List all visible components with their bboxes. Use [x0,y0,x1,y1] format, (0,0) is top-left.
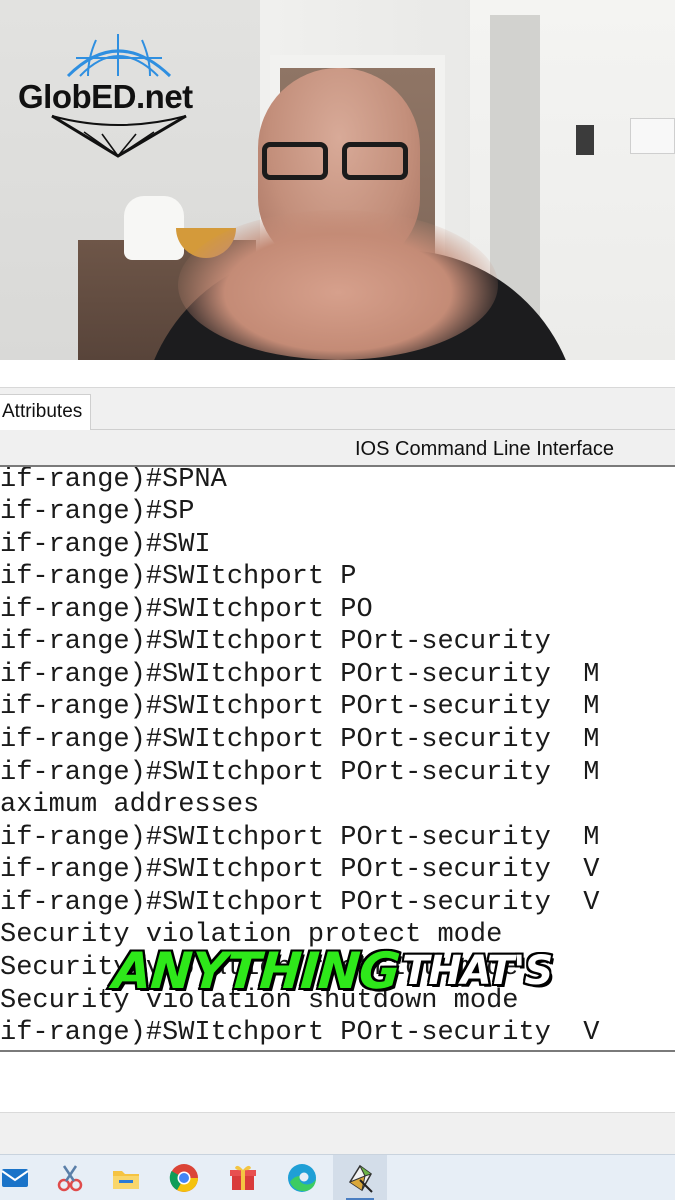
packet-tracer-icon[interactable] [344,1162,376,1194]
file-explorer-icon[interactable] [110,1162,142,1194]
cli-line: if-range)#SWItchport POrt-security V [0,1018,600,1048]
presenter-hands [178,210,498,360]
gift-icon[interactable] [227,1162,259,1194]
cli-line: if-range)#SWItchport POrt-security M [0,725,600,755]
cli-header: IOS Command Line Interface [0,430,675,466]
cli-line: if-range)#SWItchport POrt-security [0,627,551,657]
snipping-tool-icon[interactable] [54,1162,86,1194]
cli-line: if-range)#SWItchport POrt-security M [0,758,600,788]
light-switch [576,125,594,155]
cli-line: Security violation restrict mode [0,953,519,983]
status-strip [0,1112,675,1154]
tab-attributes[interactable]: Attributes [0,394,92,430]
logo-text: GlobED.net [18,78,193,115]
cli-line: if-range)#SWItchport POrt-security V [0,888,600,918]
globed-logo: GlobED.net [18,34,233,159]
cli-line: Security violation shutdown mode [0,986,519,1016]
taskbar [0,1154,675,1200]
edge-icon[interactable] [286,1162,318,1194]
cli-line: Security violation protect mode [0,920,503,950]
cli-line: if-range)#SWItchport POrt-security V [0,855,600,885]
cli-line: if-range)#SWItchport P [0,562,357,592]
cli-line: aximum addresses [0,790,260,820]
glasses [262,142,412,182]
tab-bar: Attributes [0,388,675,430]
cli-line: if-range)#SWI [0,530,211,560]
cli-line: if-range)#SPNA [0,465,227,495]
cli-terminal[interactable]: if-range)#SPNA if-range)#SP if-range)#SW… [0,465,675,1052]
vase [124,196,184,260]
cli-line: if-range)#SWItchport POrt-security M [0,823,600,853]
mail-icon[interactable] [0,1162,32,1194]
cli-line: if-range)#SWItchport POrt-security M [0,692,600,722]
cli-line: if-range)#SWItchport POrt-security M [0,660,600,690]
webcam-video: GlobED.net [0,0,675,360]
cli-line: if-range)#SWItchport PO [0,595,373,625]
cli-footer-area [0,1052,675,1112]
window-gap [0,360,675,388]
chrome-icon[interactable] [168,1162,200,1194]
cli-line: if-range)#SP [0,497,195,527]
cli-title: IOS Command Line Interface [355,438,615,460]
thermostat [630,118,675,154]
